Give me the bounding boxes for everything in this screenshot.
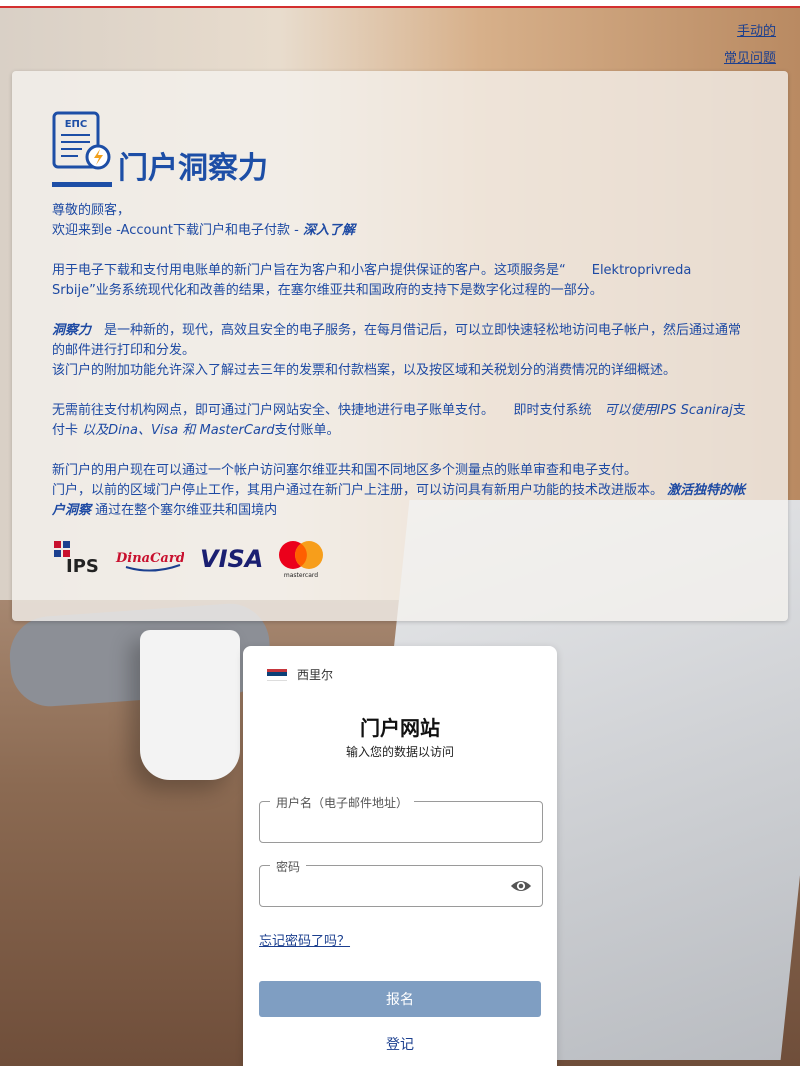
info-text: 尊敬的顾客， 欢迎来到e -Account下载门户和电子付款 - 深入了解 用于… [52, 201, 748, 541]
forgot-password-link[interactable]: 忘记密码了吗？ [259, 930, 350, 949]
welcome-line: 欢迎来到e -Account下载门户和电子付款 - 深入了解 [52, 221, 748, 241]
password-label: 密码 [270, 858, 307, 875]
learn-more-link[interactable]: 深入了解 [303, 223, 355, 238]
paragraph-3: 无需前往支付机构网点，即可通过门户网站安全、快捷地进行电子账单支付。 即时支付系… [52, 401, 748, 441]
password-field: 密码 [259, 858, 543, 907]
paragraph-1: 用于电子下载和支付用电账单的新门户旨在为客户和小客户提供保证的客户。这项服务是“… [52, 263, 692, 298]
paragraph-2: 洞察力 是一种新的，现代，高效且安全的电子服务，在每月借记后，可以立即快速轻松地… [52, 321, 748, 381]
welcome-text: 欢迎来到e -Account下载门户和电子付款 - [52, 223, 299, 238]
logo-text: ЕПС [65, 119, 88, 130]
insight-term: 洞察力 [52, 323, 92, 338]
top-links: 手动的 常见问题 [724, 18, 776, 72]
greeting: 尊敬的顾客， [52, 203, 131, 218]
username-label: 用户名（电子邮件地址） [270, 794, 415, 811]
language-switch[interactable]: 西里尔 [267, 666, 333, 683]
register-link[interactable]: 登记 [243, 1034, 557, 1054]
brand-underline [52, 182, 112, 187]
ips-logo: IPS [54, 541, 99, 575]
paragraph-2-text-a: 是一种新的，现代，高效且安全的电子服务，在每月借记后，可以立即快速轻松地访问电子… [52, 323, 742, 358]
paragraph-3-cards: 以及Dina、Visa 和 MasterCard [82, 423, 275, 438]
dinacard-logo-text: DinaCard [115, 551, 184, 566]
brand-title: 门户洞察力 [118, 151, 268, 186]
paragraph-4: 新门户的用户现在可以通过一个帐户访问塞尔维亚共和国不同地区多个测量点的账单审查和… [52, 461, 748, 521]
manual-link[interactable]: 手动的 [724, 18, 776, 45]
submit-button[interactable]: 报名 [259, 981, 541, 1017]
ips-logo-text: IPS [66, 556, 99, 575]
paragraph-4-text-a: 新门户的用户现在可以通过一个帐户访问塞尔维亚共和国不同地区多个测量点的账单审查和… [52, 463, 638, 478]
paragraph-4-text-b: 门户，以前的区域门户停止工作，其用户通过在新门户上注册，可以访问具有新用户功能的… [52, 483, 668, 498]
paragraph-2-text-b: 该门户的附加功能允许深入了解过去三年的发票和付款档案，以及按区域和关税划分的消费… [52, 363, 677, 378]
visa-logo: VISA [200, 545, 262, 573]
visa-logo-text: VISA [200, 545, 262, 573]
paragraph-3-text-a: 无需前往支付机构网点，即可通过门户网站安全、快捷地进行电子账单支付。 即时支付系… [52, 403, 605, 418]
info-panel: ЕПС 门户洞察力 尊敬的顾客， 欢迎来到e -Account下载门户和电子付款… [12, 71, 788, 621]
language-label: 西里尔 [297, 668, 334, 682]
mastercard-logo: mastercard [279, 541, 323, 579]
faq-link[interactable]: 常见问题 [724, 45, 776, 72]
username-field: 用户名（电子邮件地址） [259, 794, 543, 843]
document-payment-icon: ЕПС [52, 111, 111, 170]
paragraph-4-text-c: 通过在整个塞尔维亚共和国境内 [95, 503, 278, 518]
paragraph-3-text-c: 支付账单。 [274, 423, 340, 438]
show-password-eye-icon[interactable] [510, 877, 532, 895]
login-card: 西里尔 门户网站 输入您的数据以访问 用户名（电子邮件地址） 密码 忘记密码了吗… [243, 646, 557, 1066]
serbia-flag-icon [267, 668, 287, 681]
mastercard-logo-text: mastercard [284, 572, 318, 579]
dinacard-logo: DinaCard [115, 551, 184, 572]
paragraph-3-ips: 可以使用IPS Scaniraj [604, 403, 733, 418]
top-bar [0, 0, 800, 8]
login-subtitle: 输入您的数据以访问 [345, 745, 454, 759]
login-title: 门户网站 [360, 716, 440, 740]
background-mug [140, 630, 240, 780]
